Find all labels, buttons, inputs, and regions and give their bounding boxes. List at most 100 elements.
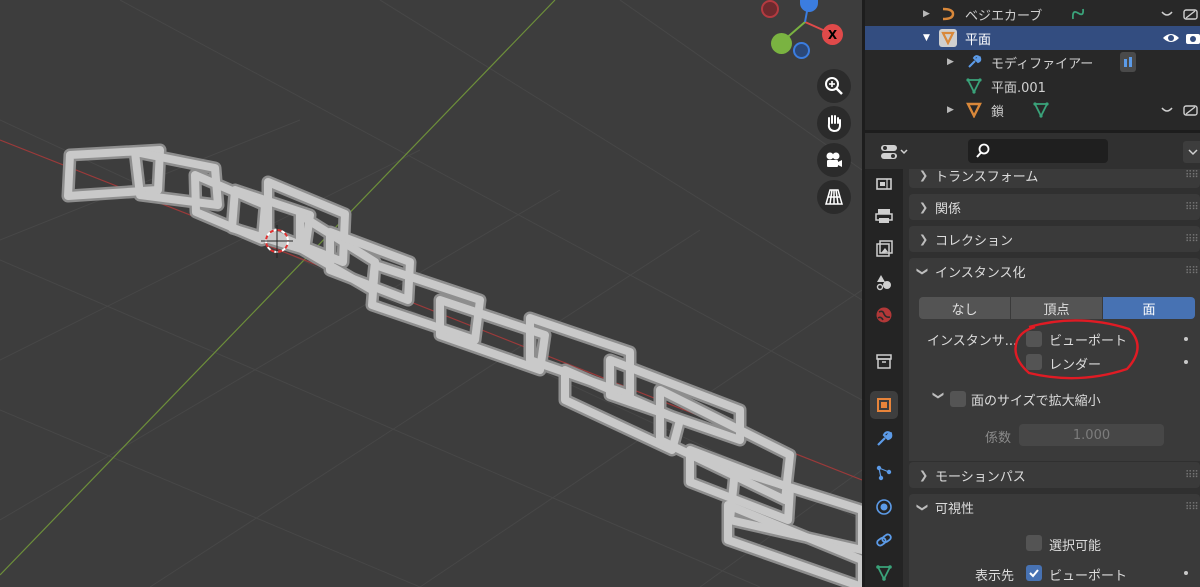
- show-in-viewport-label: ビューポート: [1049, 569, 1128, 584]
- printer-icon: [875, 209, 893, 223]
- tab-constraints[interactable]: [870, 526, 898, 554]
- tab-modifiers[interactable]: [870, 425, 898, 453]
- tab-object-data[interactable]: [870, 559, 898, 587]
- instancing-option-faces[interactable]: 面: [1103, 297, 1195, 319]
- outliner-item-bezier-curve[interactable]: ▶ ベジエカーブ: [865, 2, 1200, 26]
- gizmo-x-ball[interactable]: X: [822, 24, 843, 45]
- tab-particles[interactable]: [870, 459, 898, 487]
- properties-tabs: [865, 169, 903, 587]
- panel-motion-paths[interactable]: ❯ モーションパス ⠿⠿: [909, 462, 1200, 488]
- outliner-item-label: 平面: [965, 32, 992, 48]
- panel-title: トランスフォーム: [935, 169, 1039, 185]
- drag-grip-icon[interactable]: ⠿⠿: [1185, 170, 1199, 181]
- selectable-label: 選択可能: [1049, 539, 1102, 554]
- chevron-down-icon[interactable]: [1160, 7, 1174, 21]
- y-axis-line: [0, 0, 556, 576]
- outliner-item-chain[interactable]: ▶ 鎖: [865, 98, 1200, 122]
- pan-button[interactable]: [817, 106, 851, 140]
- show-in-viewport-checkbox[interactable]: [1026, 565, 1042, 581]
- tab-physics[interactable]: [870, 493, 898, 521]
- outliner-item-plane[interactable]: ▼ 平面: [865, 26, 1200, 50]
- panel-collections[interactable]: ❯ コレクション ⠿⠿: [909, 226, 1200, 252]
- object-square-icon: [877, 398, 891, 412]
- gizmo-neg-x-ball[interactable]: [761, 0, 779, 18]
- factor-field[interactable]: 1.000: [1019, 424, 1164, 446]
- panel-transform[interactable]: ❯ トランスフォーム ⠿⠿: [909, 169, 1200, 188]
- mesh-object-icon: [939, 29, 957, 47]
- keyframe-dot-icon[interactable]: [1184, 571, 1188, 575]
- keyframe-dot-icon[interactable]: [1184, 360, 1188, 364]
- properties-editor-icon: [881, 145, 908, 159]
- tab-collection[interactable]: [870, 347, 898, 375]
- camera-hidden-icon[interactable]: [1183, 103, 1199, 117]
- factor-value: 1.000: [1072, 427, 1111, 443]
- factor-label: 係数: [985, 431, 1012, 446]
- keyframe-dot-icon[interactable]: [1184, 337, 1188, 341]
- outliner-item-modifiers[interactable]: ▶ モディファイアー: [865, 50, 1200, 74]
- expand-arrow-icon[interactable]: ▶: [947, 57, 954, 67]
- image-layers-icon: [876, 240, 893, 257]
- segment-label: なし: [951, 302, 978, 318]
- tab-render[interactable]: [870, 169, 898, 197]
- segment-label: 面: [1142, 302, 1156, 318]
- mesh-data-icon: [876, 565, 892, 582]
- tab-object[interactable]: [870, 391, 898, 419]
- camera-hidden-icon[interactable]: [1183, 7, 1199, 21]
- eye-icon[interactable]: [1162, 31, 1180, 45]
- chain-mesh: [61, 143, 862, 587]
- tab-view-layer[interactable]: [870, 235, 898, 263]
- chevron-right-icon: ❯: [919, 200, 929, 214]
- perspective-toggle-button[interactable]: [817, 180, 851, 214]
- drag-grip-icon[interactable]: ⠿⠿: [1185, 202, 1199, 213]
- camera-render-icon[interactable]: [1185, 31, 1200, 45]
- options-dropdown-button[interactable]: [1183, 141, 1200, 163]
- tab-output[interactable]: [870, 202, 898, 230]
- outliner[interactable]: ▶ ベジエカーブ ▼ 平面 ▶ モディファイアー 平面.001 ▶ 鎖: [865, 0, 1200, 130]
- tab-world[interactable]: [870, 301, 898, 329]
- drag-grip-icon[interactable]: ⠿⠿: [1185, 234, 1199, 245]
- particles-icon: [876, 465, 892, 481]
- scale-by-face-checkbox[interactable]: [950, 391, 966, 407]
- hand-icon: [827, 115, 841, 133]
- checkmark-icon: [1029, 569, 1039, 578]
- editor-type-button[interactable]: [875, 140, 915, 164]
- drag-grip-icon[interactable]: ⠿⠿: [1185, 470, 1199, 481]
- chevron-right-icon: ❯: [919, 468, 929, 482]
- annotation-ellipse: [1014, 319, 1139, 380]
- expand-arrow-icon[interactable]: ▶: [923, 9, 930, 19]
- object-properties[interactable]: ❯ トランスフォーム ⠿⠿ ❯ 関係 ⠿⠿ ❯ コレクション ⠿⠿ ❯ インスタ…: [903, 169, 1200, 587]
- selectable-checkbox[interactable]: [1026, 535, 1042, 551]
- panel-relations[interactable]: ❯ 関係 ⠿⠿: [909, 194, 1200, 220]
- gizmo-x-label: X: [827, 27, 838, 42]
- curve-data-icon: [1070, 6, 1086, 22]
- wrench-icon: [965, 53, 983, 71]
- panel-visibility[interactable]: ❯ 可視性 ⠿⠿: [909, 494, 1200, 520]
- chevron-down-icon[interactable]: ❯: [932, 391, 945, 400]
- gizmo-y-ball[interactable]: [771, 33, 792, 54]
- physics-icon: [876, 499, 892, 515]
- drag-grip-icon[interactable]: ⠿⠿: [1185, 266, 1199, 277]
- collapse-arrow-icon[interactable]: ▼: [923, 33, 930, 43]
- panel-instancing[interactable]: ❯ インスタンス化 ⠿⠿: [909, 258, 1200, 284]
- scale-by-face-label: 面のサイズで拡大縮小: [971, 394, 1101, 409]
- 3d-viewport[interactable]: X: [0, 0, 862, 587]
- outliner-item-plane-mesh[interactable]: 平面.001: [865, 74, 1200, 98]
- tab-scene[interactable]: [870, 268, 898, 296]
- right-editor-area: ▶ ベジエカーブ ▼ 平面 ▶ モディファイアー 平面.001 ▶ 鎖 ❯ トラ…: [862, 0, 1200, 587]
- world-icon: [876, 307, 892, 323]
- zoom-icon: [825, 77, 843, 95]
- wrench-icon: [877, 431, 893, 446]
- chevron-down-icon: [1188, 149, 1198, 156]
- grid-perspective-icon: [825, 189, 843, 205]
- panel-title: 可視性: [935, 501, 975, 517]
- zoom-button[interactable]: [817, 69, 851, 103]
- instancing-option-none[interactable]: なし: [919, 297, 1010, 319]
- gizmo-neg-z-ball[interactable]: [793, 42, 810, 59]
- drag-grip-icon[interactable]: ⠿⠿: [1185, 502, 1199, 513]
- instancing-option-verts[interactable]: 頂点: [1011, 297, 1102, 319]
- chevron-down-icon[interactable]: [1160, 103, 1174, 117]
- modifier-stack-icon: [1120, 52, 1136, 72]
- camera-view-button[interactable]: [817, 143, 851, 177]
- collection-box-icon: [876, 354, 892, 369]
- expand-arrow-icon[interactable]: ▶: [947, 105, 954, 115]
